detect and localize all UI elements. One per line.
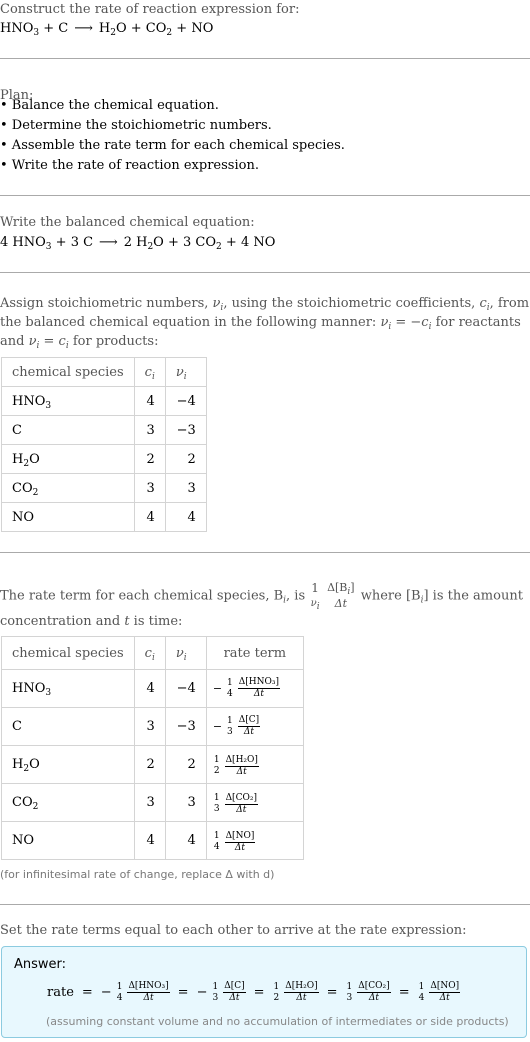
text: Assign stoichiometric numbers,	[0, 296, 213, 311]
chemical-species: NO	[12, 509, 35, 525]
answer-box: Answer: rate = −1 4 Δ[HNO₃] Δt = −1 3 Δ[C] Δt = 1 2 Δ[…	[1, 946, 527, 1038]
table-row: C 3 −3−1 3 Δ[C] Δt	[1, 707, 304, 746]
chemical-species: C	[58, 21, 69, 36]
stoich-table: chemical species ci νi HNO3 4 −4 C 3 −3 H2O 2 2 CO2 3…	[1, 357, 207, 532]
chemical-species: C	[12, 719, 22, 734]
c-symbol: ci	[479, 296, 490, 313]
rate-expression: rate = −1 4 Δ[HNO₃] Δt = −1 3 Δ[C] Δt = 1 2 Δ[H₂O] Δt = 1…	[47, 981, 461, 1004]
reaction-arrow-icon: ⟶	[99, 235, 118, 250]
stoich-explanation: Assign stoichiometric numbers, νi, using…	[0, 296, 530, 351]
chemical-species: 4 NO	[240, 235, 276, 250]
plan-item: • Determine the stoichiometric numbers.	[0, 118, 272, 133]
divider	[0, 552, 530, 553]
table-row: HNO3 4 −4−1 4 Δ[HNO₃] Δt	[1, 669, 304, 708]
chemical-species: 4 HNO3	[0, 235, 52, 252]
answer-label: Answer:	[14, 957, 67, 972]
chemical-species: NO	[12, 833, 35, 848]
chemical-species: 3 C	[70, 235, 94, 250]
chemical-species: NO	[191, 21, 214, 36]
text: and	[0, 334, 29, 349]
text: , from	[489, 296, 530, 311]
plan-item: • Assemble the rate term for each chemic…	[0, 138, 345, 153]
equals-sign: =	[81, 985, 93, 1000]
rate-term: 1 3 Δ[CO₂] Δt	[346, 981, 391, 1003]
chemical-species: HNO3	[12, 393, 52, 411]
plan-item: • Balance the chemical equation.	[0, 98, 219, 113]
table-row: HNO3 4 −4	[1, 386, 207, 416]
chemical-species: HNO3	[12, 681, 52, 698]
rate-term: 1 4 Δ[NO] Δt	[213, 830, 256, 853]
chemical-species: HNO3	[0, 21, 40, 38]
divider	[0, 195, 530, 196]
rate-term-explanation-line2: concentration and t is time:	[0, 614, 183, 629]
equals-sign: =	[398, 985, 410, 1000]
reaction-equation: HNO3 + C ⟶ H2O + CO2 + NO	[0, 21, 214, 38]
divider	[0, 904, 530, 905]
table-row: H2O 2 2 1 2 Δ[H₂O] Δt	[1, 745, 304, 784]
reaction-arrow-icon: ⟶	[74, 21, 93, 36]
chemical-species: 3 CO2	[183, 235, 222, 252]
rate-term: −1 3 Δ[C] Δt	[212, 715, 261, 737]
chemical-species: CO2	[12, 480, 39, 498]
balanced-equation: 4 HNO3 + 3 C ⟶ 2 H2O + 3 CO2 + 4 NO	[0, 235, 276, 252]
equals-sign: =	[326, 985, 338, 1000]
divider	[0, 58, 530, 59]
text: for products:	[68, 334, 159, 349]
table-row: H2O 2 2	[1, 444, 207, 474]
table-header-row: chemical species ci νi	[1, 357, 207, 387]
rate-term-explanation: The rate term for each chemical species,…	[0, 581, 523, 612]
final-title: Set the rate terms equal to each other t…	[0, 923, 467, 938]
rate-term-table: chemical species ci νi rate term HNO3 4 −4−1 4 Δ…	[1, 636, 304, 860]
fraction-delta-b-over-delta-t: Δ[Bi] Δt	[327, 581, 355, 610]
assumption-note: (assuming constant volume and no accumul…	[46, 1015, 509, 1028]
text: for reactants	[431, 315, 521, 330]
rate-term: 1 4 Δ[NO] Δt	[418, 981, 461, 1003]
table-row: NO 4 4 1 4 Δ[NO] Δt	[1, 821, 304, 860]
table-header-row: chemical species ci νi rate term	[1, 636, 304, 670]
table-row: C 3 −3	[1, 415, 207, 445]
text: , using the stoichiometric coefficients,	[223, 296, 480, 311]
table-row: CO2 3 3 1 3 Δ[CO₂] Δt	[1, 783, 304, 822]
rate-term: −1 4 Δ[HNO₃] Δt	[212, 677, 281, 699]
rate-word: rate	[47, 985, 74, 1000]
chemical-species: 2 H2O	[123, 235, 164, 252]
divider	[0, 272, 530, 273]
rate-term: −1 3 Δ[C] Δt	[196, 981, 246, 1003]
plan-item: • Write the rate of reaction expression.	[0, 158, 259, 173]
rate-term: −1 4 Δ[HNO₃] Δt	[100, 981, 170, 1003]
rate-term: 1 2 Δ[H₂O] Δt	[273, 981, 319, 1003]
chemical-species: C	[12, 422, 22, 438]
nu-symbol: νi	[212, 296, 224, 313]
table-row: NO 4 4	[1, 502, 207, 532]
rate-term: 1 2 Δ[H₂O] Δt	[213, 754, 259, 777]
chemical-species: CO2	[145, 21, 173, 38]
equals-sign: =	[177, 985, 189, 1000]
fraction-one-over-nu: 1 νi	[310, 581, 320, 612]
equals-sign: =	[253, 985, 265, 1000]
chemical-species: H2O	[12, 451, 40, 469]
rate-term: 1 3 Δ[CO₂] Δt	[213, 792, 258, 815]
text: the balanced chemical equation in the fo…	[0, 315, 381, 330]
infinitesimal-note: (for infinitesimal rate of change, repla…	[0, 868, 275, 881]
chemical-species: H2O	[12, 757, 40, 774]
chemical-species: H2O	[98, 21, 127, 38]
prompt-text: Construct the rate of reaction expressio…	[0, 2, 300, 17]
balanced-title: Write the balanced chemical equation:	[0, 215, 255, 230]
chemical-species: CO2	[12, 795, 39, 812]
table-row: CO2 3 3	[1, 473, 207, 503]
